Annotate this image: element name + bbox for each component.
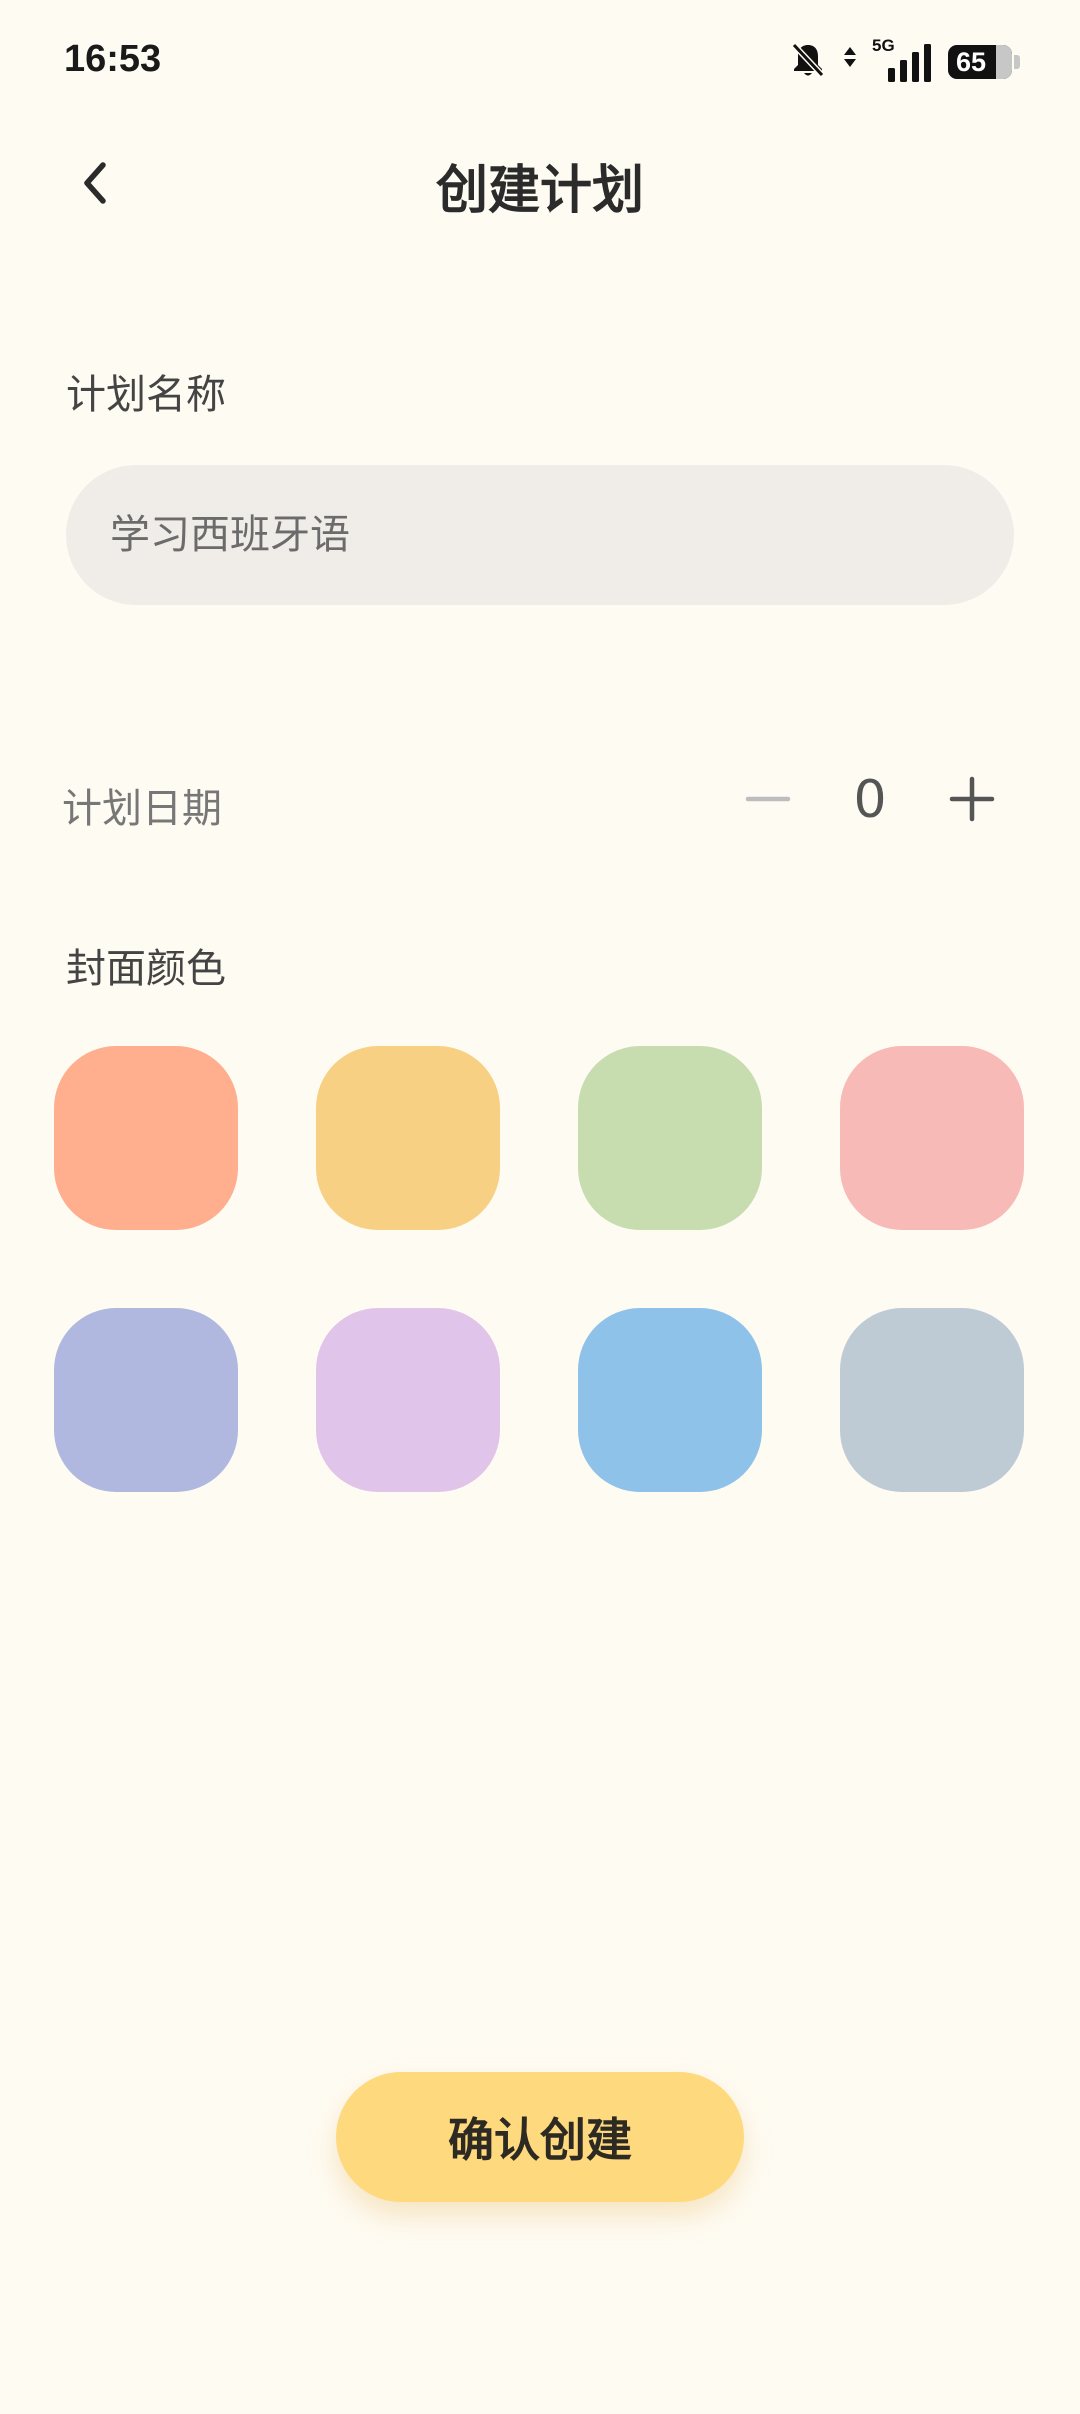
color-swatch-coral[interactable] (54, 1046, 238, 1230)
color-swatch-green[interactable] (578, 1046, 762, 1230)
plan-date-label: 计划日期 (62, 786, 222, 832)
plan-date-row: 计划日期 0 (0, 760, 1080, 842)
color-swatch-yellow[interactable] (316, 1046, 500, 1230)
status-time: 16:53 (64, 38, 162, 80)
status-bar: 16:53 5G 65 (0, 0, 1080, 130)
battery-cap (1014, 55, 1020, 69)
plan-date-value: 0 (853, 770, 887, 830)
page-title: 创建计划 (435, 161, 644, 221)
plan-name-input[interactable] (66, 465, 1014, 605)
cover-color-label: 封面颜色 (66, 946, 226, 992)
battery-icon: 65 (948, 45, 1012, 79)
data-arrows-icon (842, 43, 858, 81)
color-swatch-blue[interactable] (578, 1308, 762, 1492)
status-icons: 5G 65 (788, 36, 1020, 84)
increment-button[interactable] (934, 766, 1010, 836)
plan-name-label: 计划名称 (66, 372, 226, 418)
bell-muted-icon (788, 40, 828, 84)
header: 创建计划 (0, 130, 1080, 230)
color-swatch-pink[interactable] (840, 1046, 1024, 1230)
battery-empty-area (996, 45, 1012, 79)
confirm-create-button[interactable]: 确认创建 (336, 2072, 744, 2202)
color-swatch-gray[interactable] (840, 1308, 1024, 1492)
signal-icon: 5G (872, 36, 934, 84)
battery-level: 65 (956, 47, 987, 77)
minus-icon (745, 776, 791, 826)
color-swatch-periwinkle[interactable] (54, 1308, 238, 1492)
plus-icon (949, 776, 995, 826)
color-swatch-lavender[interactable] (316, 1308, 500, 1492)
decrement-button[interactable] (730, 766, 806, 836)
